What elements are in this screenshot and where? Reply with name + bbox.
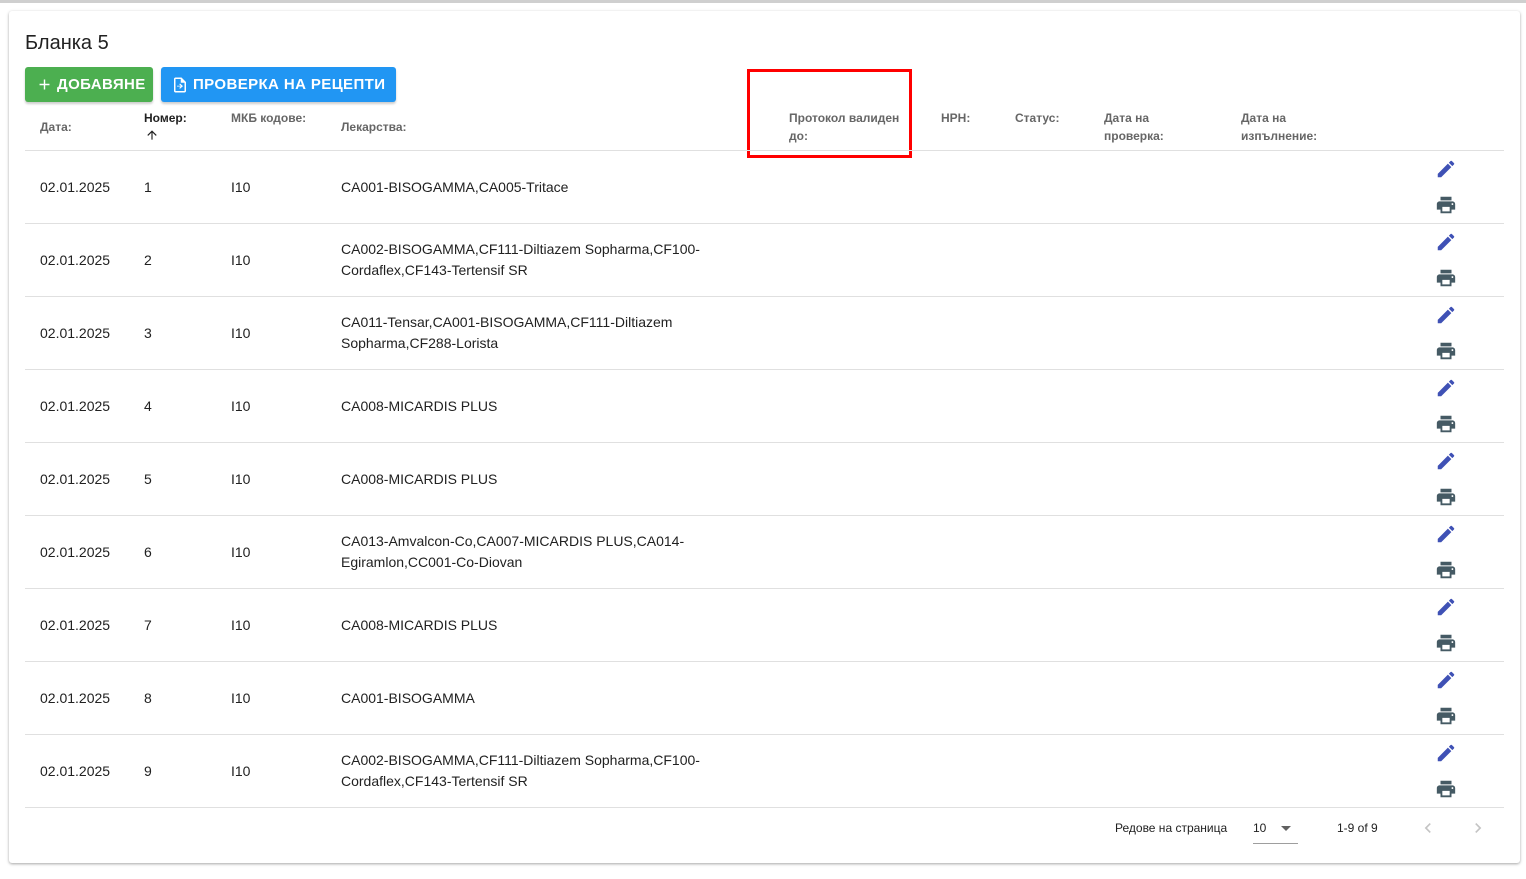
rows-per-page-value: 10 xyxy=(1253,821,1267,835)
printer-icon[interactable] xyxy=(1435,705,1457,727)
printer-icon[interactable] xyxy=(1435,194,1457,216)
cell-meds: CA013-Amvalcon-Co,CA007-MICARDIS PLUS,CA… xyxy=(341,533,685,570)
blank-card: Бланка 5 ДОБАВЯНЕ ПРОВЕРКА НА РЕЦЕПТИ Да… xyxy=(9,11,1520,863)
caret-down-icon[interactable] xyxy=(1279,818,1293,838)
column-header-number[interactable]: Номер: xyxy=(144,109,187,147)
cell-mkb: I10 xyxy=(231,325,251,341)
cell-date: 02.01.2025 xyxy=(40,763,111,779)
cell-number: 3 xyxy=(144,325,152,341)
cell-date: 02.01.2025 xyxy=(40,179,111,195)
cell-number: 1 xyxy=(144,179,152,195)
pencil-icon[interactable] xyxy=(1435,669,1457,691)
cell-number: 6 xyxy=(144,544,152,560)
file-document-icon xyxy=(174,77,186,92)
pencil-icon[interactable] xyxy=(1435,596,1457,618)
row-divider xyxy=(25,442,1504,443)
cell-mkb: I10 xyxy=(231,544,251,560)
top-divider xyxy=(0,0,1526,3)
column-header-number-label: Номер: xyxy=(144,111,187,125)
printer-icon[interactable] xyxy=(1435,413,1457,435)
cell-date: 02.01.2025 xyxy=(40,544,111,560)
cell-mkb: I10 xyxy=(231,690,251,706)
check-button-label: ПРОВЕРКА НА РЕЦЕПТИ xyxy=(193,76,386,93)
cell-meds: CA001-BISOGAMMA xyxy=(341,690,475,706)
cell-mkb: I10 xyxy=(231,471,251,487)
cell-date: 02.01.2025 xyxy=(40,252,111,268)
cell-number: 4 xyxy=(144,398,152,414)
column-header-nrn[interactable]: НРН: xyxy=(941,109,970,127)
plus-icon xyxy=(39,79,50,90)
cell-meds: CA008-MICARDIS PLUS xyxy=(341,471,498,487)
arrow-up-icon xyxy=(147,130,157,140)
printer-icon[interactable] xyxy=(1435,632,1457,654)
cell-mkb: I10 xyxy=(231,179,251,195)
chevron-left-icon[interactable] xyxy=(1418,817,1438,839)
check-prescriptions-button[interactable]: ПРОВЕРКА НА РЕЦЕПТИ xyxy=(161,67,396,102)
pagination-range: 1-9 of 9 xyxy=(1337,821,1378,835)
add-button-label: ДОБАВЯНЕ xyxy=(57,76,146,93)
cell-meds: CA002-BISOGAMMA,CF111-Diltiazem Sopharma… xyxy=(341,241,700,278)
cell-mkb: I10 xyxy=(231,252,251,268)
printer-icon[interactable] xyxy=(1435,778,1457,800)
column-header-check-date[interactable]: Дата на проверка: xyxy=(1104,109,1194,145)
pencil-icon[interactable] xyxy=(1435,377,1457,399)
pencil-icon[interactable] xyxy=(1435,742,1457,764)
cell-mkb: I10 xyxy=(231,398,251,414)
cell-number: 2 xyxy=(144,252,152,268)
cell-date: 02.01.2025 xyxy=(40,398,111,414)
cell-date: 02.01.2025 xyxy=(40,471,111,487)
cell-meds: CA001-BISOGAMMA,CA005-Tritace xyxy=(341,179,569,195)
row-divider xyxy=(25,296,1504,297)
header-divider xyxy=(25,150,1504,151)
pencil-icon[interactable] xyxy=(1435,231,1457,253)
cell-meds: CA002-BISOGAMMA,CF111-Diltiazem Sopharma… xyxy=(341,752,700,789)
pencil-icon[interactable] xyxy=(1435,450,1457,472)
page-title: Бланка 5 xyxy=(25,32,109,54)
column-header-meds[interactable]: Лекарства: xyxy=(341,118,407,136)
cell-date: 02.01.2025 xyxy=(40,617,111,633)
column-header-date[interactable]: Дата: xyxy=(40,118,72,136)
row-divider xyxy=(25,515,1504,516)
row-divider xyxy=(25,661,1504,662)
pencil-icon[interactable] xyxy=(1435,158,1457,180)
row-divider xyxy=(25,369,1504,370)
cell-number: 9 xyxy=(144,763,152,779)
rows-per-page-select[interactable]: 10 xyxy=(1253,821,1266,835)
cell-date: 02.01.2025 xyxy=(40,690,111,706)
cell-mkb: I10 xyxy=(231,617,251,633)
cell-meds: CA008-MICARDIS PLUS xyxy=(341,617,498,633)
cell-number: 8 xyxy=(144,690,152,706)
row-divider xyxy=(25,807,1504,808)
printer-icon[interactable] xyxy=(1435,559,1457,581)
pencil-icon[interactable] xyxy=(1435,523,1457,545)
cell-meds: CA008-MICARDIS PLUS xyxy=(341,398,498,414)
pencil-icon[interactable] xyxy=(1435,304,1457,326)
highlight-box xyxy=(747,69,912,158)
row-divider xyxy=(25,588,1504,589)
add-button[interactable]: ДОБАВЯНЕ xyxy=(25,67,153,102)
printer-icon[interactable] xyxy=(1435,340,1457,362)
column-header-exec-date[interactable]: Дата на изпълнение: xyxy=(1241,109,1336,145)
cell-number: 7 xyxy=(144,617,152,633)
column-header-status[interactable]: Статус: xyxy=(1015,109,1059,127)
row-divider xyxy=(25,734,1504,735)
printer-icon[interactable] xyxy=(1435,267,1457,289)
cell-meds: CA011-Tensar,CA001-BISOGAMMA,CF111-Dilti… xyxy=(341,314,673,351)
cell-mkb: I10 xyxy=(231,763,251,779)
printer-icon[interactable] xyxy=(1435,486,1457,508)
cell-number: 5 xyxy=(144,471,152,487)
column-header-mkb[interactable]: МКБ кодове: xyxy=(231,109,306,127)
rows-per-page-label: Редове на страница xyxy=(1115,821,1228,835)
rows-per-page-underline xyxy=(1253,843,1298,844)
row-divider xyxy=(25,223,1504,224)
cell-date: 02.01.2025 xyxy=(40,325,111,341)
chevron-right-icon[interactable] xyxy=(1468,817,1488,839)
